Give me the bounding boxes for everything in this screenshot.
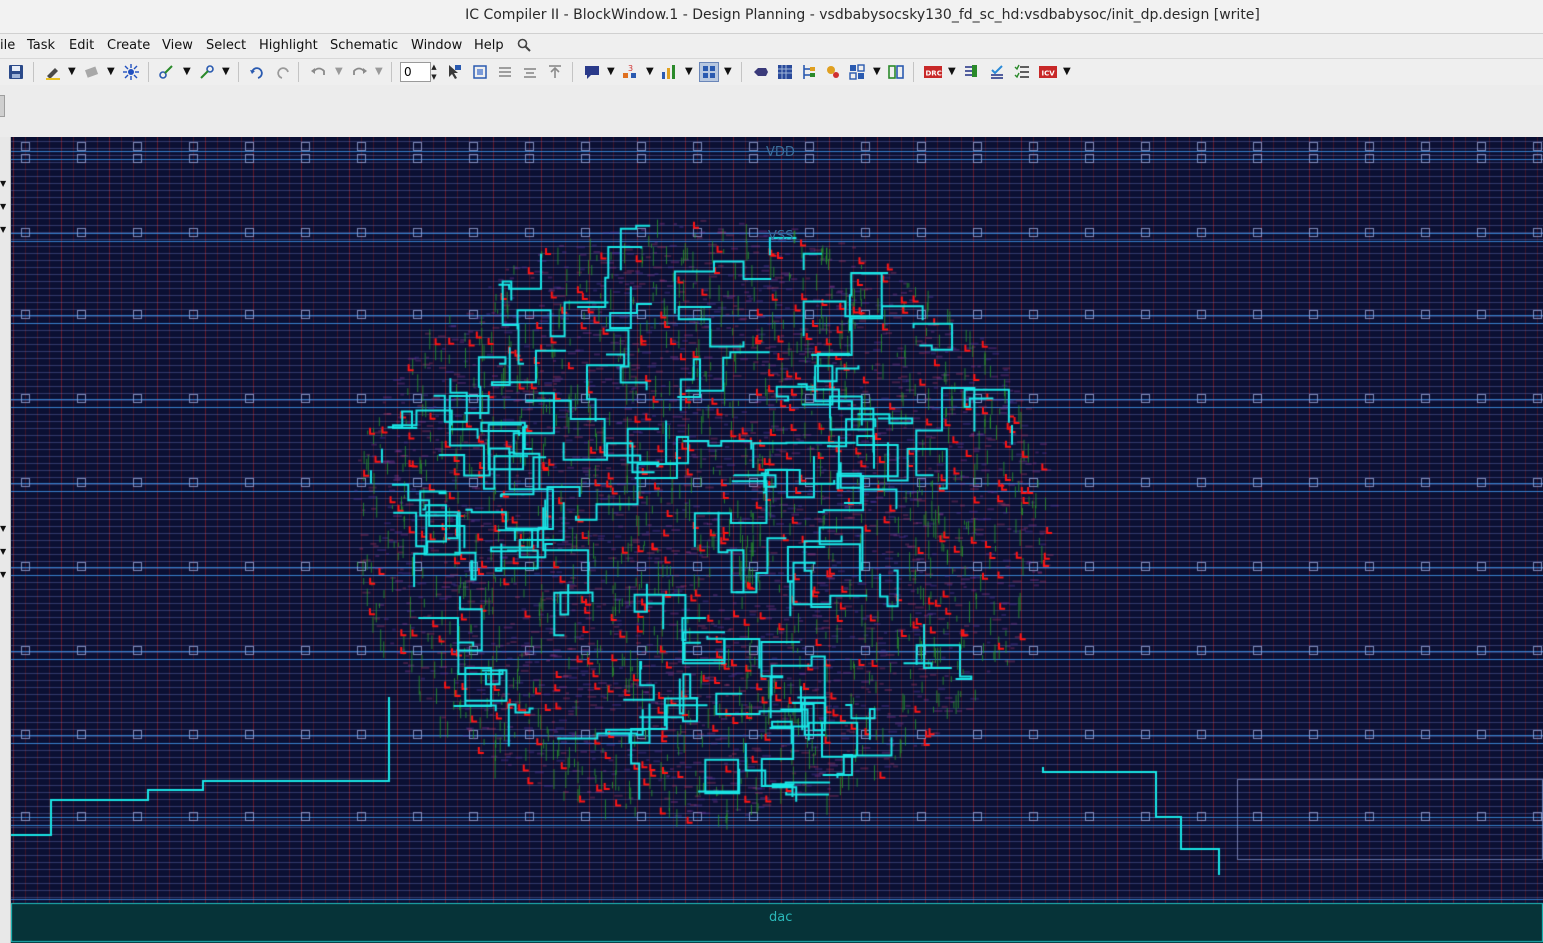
menu-file[interactable]: ile (0, 38, 15, 53)
route-alt-icon[interactable] (198, 63, 216, 81)
toolbar-separator (33, 62, 34, 82)
main-toolbar: ▼ ▼ ▼ ▼ ▼ ▼ ▲▼ (0, 58, 1543, 86)
zoom-icon[interactable] (471, 63, 489, 81)
distribute-icon[interactable] (521, 63, 539, 81)
menu-window[interactable]: Window (411, 38, 462, 53)
icv-badge: ICV (1042, 70, 1056, 78)
vdd-rail-label: VDD (766, 145, 795, 160)
counter-badge: 3 (628, 64, 633, 73)
align-icon[interactable] (496, 63, 514, 81)
compare-icon[interactable] (887, 63, 905, 81)
toolbar-separator (741, 62, 742, 82)
icv-dropdown-icon[interactable]: ▼ (1063, 65, 1071, 79)
grid-icon[interactable] (776, 63, 794, 81)
erase-dropdown-icon[interactable]: ▼ (107, 65, 115, 79)
menu-edit[interactable]: Edit (69, 38, 94, 53)
toolbar-separator (298, 62, 299, 82)
cell-icon[interactable] (848, 63, 866, 81)
toolbar-separator (572, 62, 573, 82)
vss-rail-label: VSS (768, 229, 794, 244)
collapsed-panel-handle[interactable] (0, 95, 5, 117)
view-mode-icon[interactable] (699, 62, 719, 82)
save-icon[interactable] (7, 63, 25, 81)
menu-create[interactable]: Create (107, 38, 150, 53)
erase-icon[interactable] (83, 63, 101, 81)
level-spin-input[interactable] (400, 62, 431, 82)
top-icon[interactable] (546, 63, 564, 81)
expand-arrow-icon[interactable]: ▼ (0, 524, 6, 533)
secondary-toolbar-area (0, 85, 1543, 138)
cell-dropdown-icon[interactable]: ▼ (873, 65, 881, 79)
message-dropdown-icon[interactable]: ▼ (607, 65, 615, 79)
list-icon[interactable] (1013, 63, 1031, 81)
toolbar-separator (148, 62, 149, 82)
undo-group-icon[interactable] (249, 63, 267, 81)
expand-arrow-icon[interactable]: ▼ (0, 225, 6, 234)
redo-icon[interactable] (350, 63, 368, 81)
highlight-pen-icon[interactable] (44, 63, 62, 81)
toolbar-separator (913, 62, 914, 82)
toolbar-separator (238, 62, 239, 82)
left-panel-strip: ▼ ▼ ▼ ▼ ▼ ▼ (0, 137, 11, 943)
expand-arrow-icon[interactable]: ▼ (0, 570, 6, 579)
menu-highlight[interactable]: Highlight (259, 38, 318, 53)
dac-macro-label: dac (769, 910, 793, 925)
expand-arrow-icon[interactable]: ▼ (0, 547, 6, 556)
message-icon[interactable] (583, 63, 601, 81)
level-spin-arrows-icon[interactable]: ▲ ▼ (428, 62, 440, 82)
chart-dropdown-icon[interactable]: ▼ (685, 65, 693, 79)
hierarchy-icon[interactable] (800, 63, 818, 81)
timing-icon[interactable] (962, 63, 980, 81)
check-icon[interactable] (988, 63, 1006, 81)
drc-badge: DRC (926, 70, 942, 78)
expand-arrow-icon[interactable]: ▼ (0, 179, 6, 188)
toolbar-separator (391, 62, 392, 82)
route-dropdown-icon[interactable]: ▼ (183, 65, 191, 79)
window-title: IC Compiler II - BlockWindow.1 - Design … (465, 7, 1260, 23)
magnifier-icon[interactable] (516, 37, 532, 53)
select-pointer-icon[interactable] (445, 63, 463, 81)
tools-icon[interactable] (824, 63, 842, 81)
route-alt-dropdown-icon[interactable]: ▼ (222, 65, 230, 79)
undo-dropdown-icon[interactable]: ▼ (335, 65, 343, 79)
menu-select[interactable]: Select (206, 38, 246, 53)
route-icon[interactable] (158, 63, 176, 81)
chip-icon[interactable] (752, 63, 770, 81)
undo-icon[interactable] (310, 63, 328, 81)
view-mode-dropdown-icon[interactable]: ▼ (724, 65, 732, 79)
redo-group-icon[interactable] (273, 63, 291, 81)
highlight-dropdown-icon[interactable]: ▼ (68, 65, 76, 79)
sparkle-icon[interactable] (122, 63, 140, 81)
menu-task[interactable]: Task (27, 38, 55, 53)
menu-schematic[interactable]: Schematic (330, 38, 398, 53)
drc-icon[interactable]: DRC (924, 63, 942, 81)
drc-dropdown-icon[interactable]: ▼ (948, 65, 956, 79)
layout-view[interactable]: VDD VSS dac (11, 137, 1543, 943)
layout-canvas[interactable] (11, 137, 1543, 943)
counter-dropdown-icon[interactable]: ▼ (646, 65, 654, 79)
counter-icon[interactable]: 3 (621, 63, 639, 81)
expand-arrow-icon[interactable]: ▼ (0, 202, 6, 211)
window-titlebar: IC Compiler II - BlockWindow.1 - Design … (0, 0, 1543, 34)
menu-bar: ile Task Edit Create View Select Highlig… (0, 34, 1543, 58)
menu-help[interactable]: Help (474, 38, 504, 53)
chart-icon[interactable] (660, 63, 678, 81)
redo-dropdown-icon[interactable]: ▼ (375, 65, 383, 79)
menu-view[interactable]: View (162, 38, 193, 53)
icv-icon[interactable]: ICV (1039, 63, 1057, 81)
